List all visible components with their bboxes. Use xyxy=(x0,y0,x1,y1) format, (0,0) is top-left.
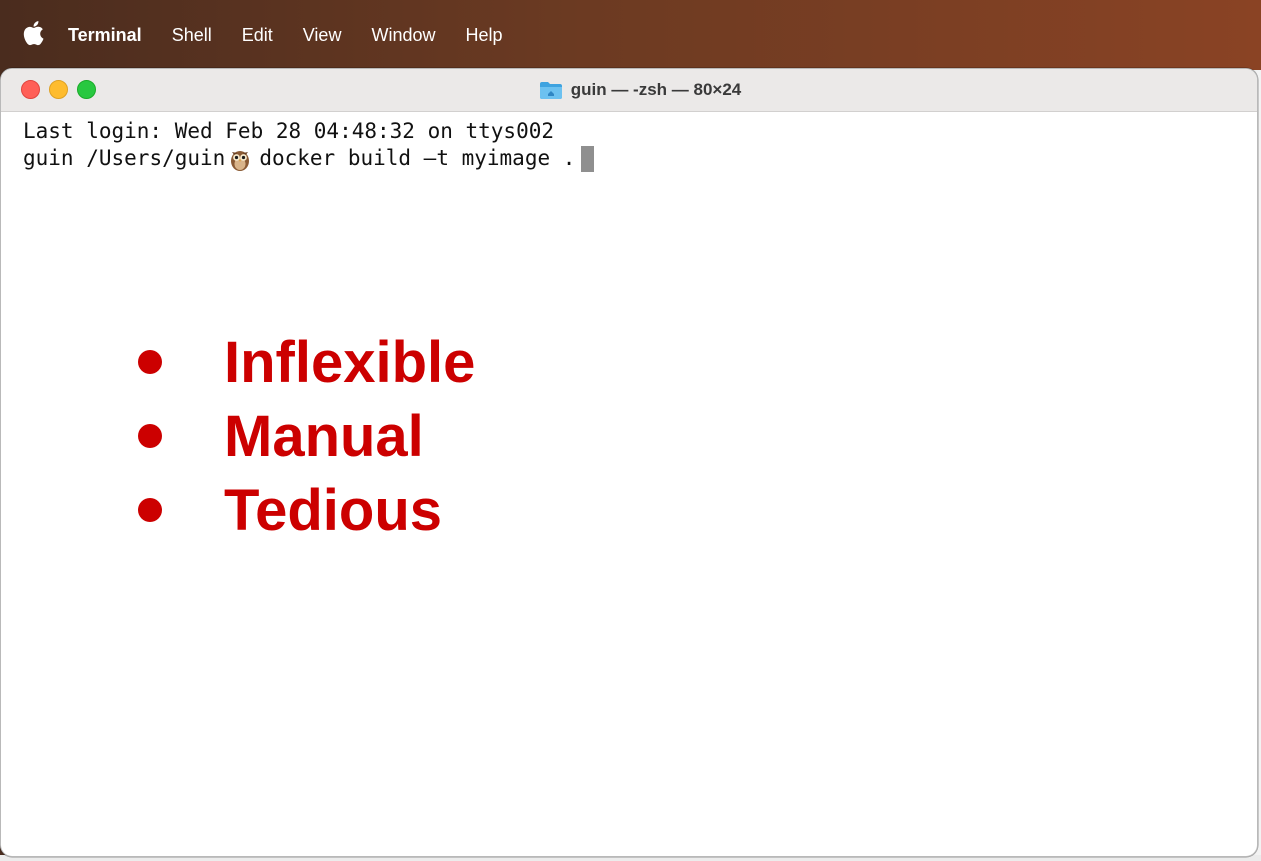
prompt-line[interactable]: guin /Users/guin docker build —t myimage… xyxy=(23,145,1257,172)
prompt-user: guin xyxy=(23,146,74,170)
bullet-list: Inflexible Manual Tedious xyxy=(138,325,475,547)
last-login-text: Last login: Wed Feb 28 04:48:32 on ttys0… xyxy=(23,119,555,143)
close-button[interactable] xyxy=(21,80,40,99)
bullet-text: Manual xyxy=(224,403,424,469)
apple-logo-icon[interactable] xyxy=(22,20,44,46)
bullet-dot xyxy=(138,424,162,448)
terminal-content[interactable]: Last login: Wed Feb 28 04:48:32 on ttys0… xyxy=(1,112,1257,172)
last-login-line: Last login: Wed Feb 28 04:48:32 on ttys0… xyxy=(23,118,1257,145)
menu-window[interactable]: Window xyxy=(371,25,435,46)
menu-help[interactable]: Help xyxy=(465,25,502,46)
bullet-text: Inflexible xyxy=(224,329,476,395)
bullet-dot xyxy=(138,498,162,522)
bullet-item: Tedious xyxy=(138,473,475,547)
menu-shell[interactable]: Shell xyxy=(172,25,212,46)
minimize-button[interactable] xyxy=(49,80,68,99)
bullet-dot xyxy=(138,350,162,374)
bullet-item: Manual xyxy=(138,399,475,473)
zoom-button[interactable] xyxy=(77,80,96,99)
menu-bar: Terminal Shell Edit View Window Help xyxy=(0,0,1261,70)
menu-app-terminal[interactable]: Terminal xyxy=(68,25,142,46)
window-title: guin — -zsh — 80×24 xyxy=(539,80,742,100)
bullet-text: Tedious xyxy=(224,477,443,543)
window-title-text: guin — -zsh — 80×24 xyxy=(570,80,742,99)
menu-view[interactable]: View xyxy=(303,25,342,46)
bullet-item: Inflexible xyxy=(138,325,475,399)
owl-icon xyxy=(231,150,250,171)
command-text: docker build —t myimage . xyxy=(259,146,576,170)
traffic-lights xyxy=(21,80,96,99)
window-titlebar[interactable]: guin — -zsh — 80×24 xyxy=(1,69,1257,112)
terminal-window[interactable]: guin — -zsh — 80×24 Last login: Wed Feb … xyxy=(0,68,1258,857)
prompt-path: /Users/guin xyxy=(86,146,226,170)
text-cursor xyxy=(581,145,595,172)
menu-edit[interactable]: Edit xyxy=(242,25,273,46)
home-folder-icon xyxy=(539,81,562,99)
